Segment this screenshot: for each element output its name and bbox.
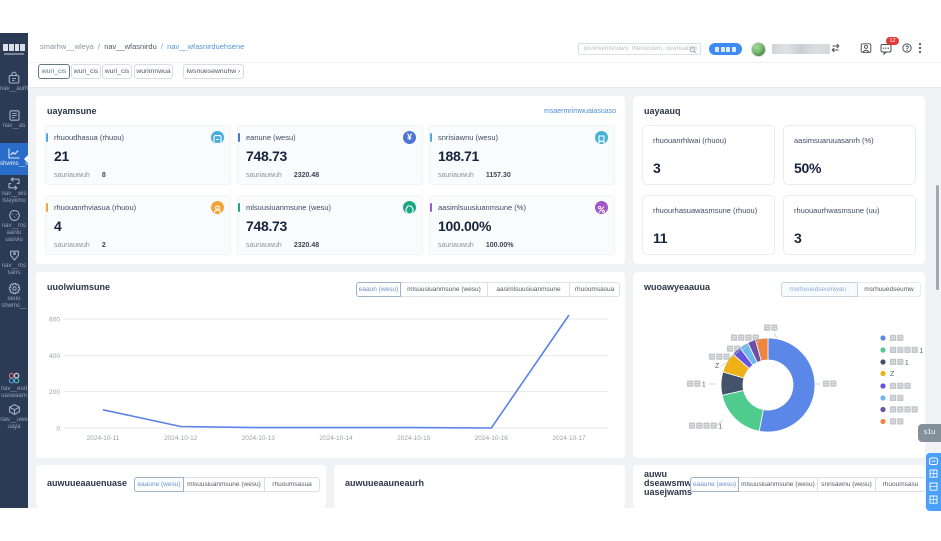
svg-text:0: 0	[56, 426, 60, 433]
svg-text:400: 400	[49, 353, 60, 360]
svg-text:2024-10-15: 2024-10-15	[397, 435, 431, 442]
svg-text:Z: Z	[890, 371, 895, 378]
svg-text:1: 1	[919, 348, 923, 355]
svg-text:1: 1	[702, 382, 706, 389]
svg-text:Z: Z	[715, 363, 720, 370]
svg-text:2024-10-12: 2024-10-12	[164, 435, 198, 442]
svg-text:1: 1	[718, 424, 722, 431]
svg-text:2024-10-13: 2024-10-13	[242, 435, 276, 442]
svg-text:2024-10-11: 2024-10-11	[87, 435, 120, 442]
svg-text:2024-10-17: 2024-10-17	[552, 435, 586, 442]
svg-text:2024-10-16: 2024-10-16	[475, 435, 509, 442]
svg-text:1: 1	[905, 360, 909, 367]
svg-text:600: 600	[49, 317, 60, 324]
svg-text:2024-10-14: 2024-10-14	[319, 435, 353, 442]
svg-text:200: 200	[49, 389, 60, 396]
